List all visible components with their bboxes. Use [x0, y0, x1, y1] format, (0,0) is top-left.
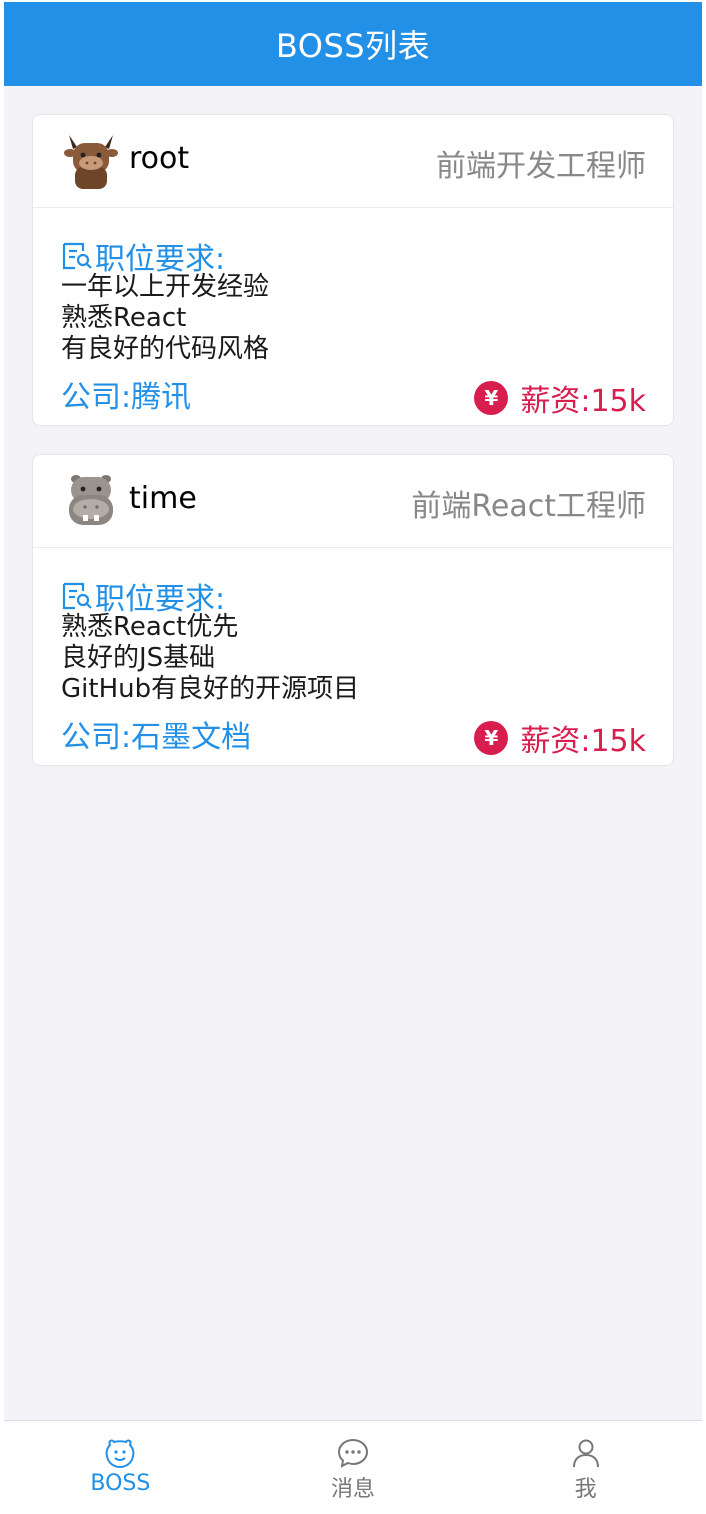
card-header: time 前端React工程师 — [33, 455, 673, 548]
tab-label: 消息 — [331, 1477, 376, 1502]
card-header: root 前端开发工程师 — [33, 115, 673, 208]
job-card[interactable]: time 前端React工程师 职位要求: 熟悉React优先 良好的JS基础 … — [32, 454, 674, 766]
position-title: 前端React工程师 — [411, 489, 646, 524]
requirements-list: 熟悉React优先 良好的JS基础 GitHub有良好的开源项目 — [61, 612, 359, 705]
position-title: 前端开发工程师 — [436, 149, 646, 184]
tab-label: 我 — [574, 1477, 597, 1502]
document-icon — [62, 582, 92, 610]
message-bubble-icon — [337, 1438, 369, 1468]
tab-label: BOSS — [90, 1471, 151, 1496]
hippo-avatar-icon — [69, 475, 113, 525]
tab-messages[interactable]: 消息 — [237, 1421, 470, 1512]
salary-label: 薪资:15k — [520, 384, 646, 419]
tab-bar: BOSS 消息 我 — [4, 1420, 702, 1512]
salary: ¥ 薪资:15k — [474, 376, 646, 420]
company-label: 公司:石墨文档 — [61, 720, 252, 755]
salary: ¥ 薪资:15k — [474, 716, 646, 760]
tab-me[interactable]: 我 — [469, 1421, 702, 1512]
username: time — [129, 481, 197, 516]
user-icon — [572, 1439, 599, 1468]
yen-icon: ¥ — [474, 381, 509, 415]
requirement-item: 熟悉React优先 — [61, 612, 239, 642]
document-icon — [62, 242, 92, 270]
requirement-item: 有良好的代码风格 — [61, 334, 270, 364]
requirements-list: 一年以上开发经验 熟悉React 有良好的代码风格 — [61, 272, 269, 365]
job-card[interactable]: root 前端开发工程师 职位要求: 一年以上开发经验 熟悉React 有良好的… — [32, 114, 674, 426]
requirement-item: 一年以上开发经验 — [61, 272, 270, 302]
username: root — [129, 141, 190, 176]
boss-list[interactable]: root 前端开发工程师 职位要求: 一年以上开发经验 熟悉React 有良好的… — [4, 86, 702, 1420]
salary-label: 薪资:15k — [520, 724, 646, 759]
tab-boss[interactable]: BOSS — [4, 1421, 237, 1512]
company-label: 公司:腾讯 — [61, 380, 192, 415]
bull-avatar-icon — [64, 135, 118, 189]
yen-icon: ¥ — [474, 721, 509, 755]
requirement-item: 良好的JS基础 — [61, 643, 216, 673]
card-body: 职位要求: 一年以上开发经验 熟悉React 有良好的代码风格 公司:腾讯 ¥ … — [33, 208, 673, 425]
navbar: BOSS列表 — [4, 2, 702, 86]
requirement-item: GitHub有良好的开源项目 — [61, 674, 360, 704]
card-body: 职位要求: 熟悉React优先 良好的JS基础 GitHub有良好的开源项目 公… — [33, 548, 673, 765]
boss-face-icon — [105, 1439, 135, 1469]
requirement-item: 熟悉React — [61, 303, 187, 333]
page-title: BOSS列表 — [275, 27, 431, 65]
